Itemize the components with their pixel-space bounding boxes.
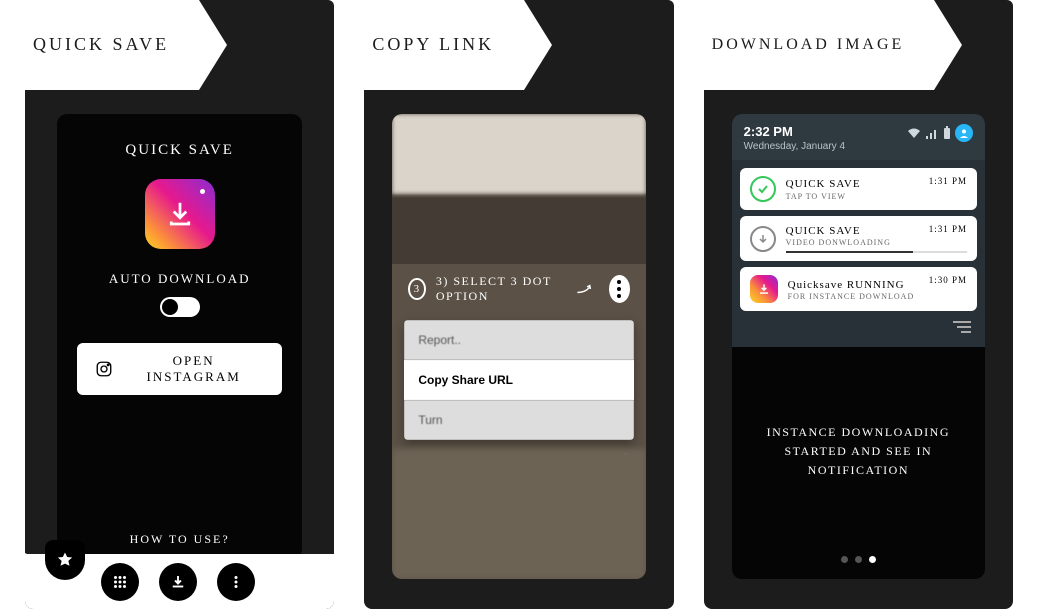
notification-item[interactable]: QUICK SAVE TAP TO VIEW 1:31 PM	[740, 168, 977, 210]
battery-icon	[943, 126, 951, 140]
download-circle-icon	[750, 226, 776, 252]
download-progress-bar	[786, 251, 967, 253]
nav-more-button[interactable]	[217, 563, 255, 601]
wifi-icon	[907, 127, 921, 139]
phone-body: QUICK SAVE AUTO DOWNLOAD OPEN INSTAGRAM …	[25, 90, 334, 609]
blurred-post-image	[392, 449, 645, 579]
panel-quick-save: QUICK SAVE QUICK SAVE AUTO DOWNLOAD OPEN…	[25, 0, 334, 609]
menu-item-report[interactable]: Report..	[404, 320, 633, 360]
page-dot[interactable]	[841, 556, 848, 563]
page-indicator	[732, 556, 985, 579]
app-icon	[145, 179, 215, 249]
panel-copy-link: COPY LINK 3 3) SELECT 3 DOT OPTION Repor…	[364, 0, 673, 609]
context-menu: Report.. Copy Share URL Turn	[404, 320, 633, 440]
app-screen: QUICK SAVE AUTO DOWNLOAD OPEN INSTAGRAM …	[57, 114, 302, 559]
how-to-use-label: HOW TO USE?	[130, 532, 230, 547]
overlay-message: INSTANCE DOWNLOADING STARTED AND SEE IN …	[732, 347, 985, 556]
menu-item-copy-url[interactable]: Copy Share URL	[404, 360, 633, 400]
three-dot-button[interactable]	[609, 275, 630, 303]
blurred-post-header	[392, 114, 645, 194]
notification-item[interactable]: QUICK SAVE VIDEO DONWLOADING 1:31 PM	[740, 216, 977, 261]
banner-title: COPY LINK	[364, 0, 524, 90]
step-number-icon: 3	[408, 278, 426, 300]
nav-star-tab[interactable]	[45, 540, 85, 580]
nav-download-button[interactable]	[159, 563, 197, 601]
star-icon	[56, 551, 74, 569]
notification-shade: QUICK SAVE TAP TO VIEW 1:31 PM QUICK SAV…	[732, 160, 985, 347]
auto-download-label: AUTO DOWNLOAD	[109, 271, 251, 287]
menu-item-turn[interactable]: Turn	[404, 400, 633, 440]
panel-download-image: DOWNLOAD IMAGE 2:32 PM Wednesday, Januar…	[704, 0, 1013, 609]
notification-item[interactable]: Quicksave RUNNING FOR INSTANCE DOWNLOAD …	[740, 267, 977, 311]
page-dot-active[interactable]	[869, 556, 876, 563]
instruction-step-3: 3 3) SELECT 3 DOT OPTION	[392, 264, 645, 314]
status-bar: 2:32 PM Wednesday, January 4	[732, 114, 985, 160]
banner: QUICK SAVE	[25, 0, 334, 90]
grid-icon	[111, 573, 129, 591]
nav-grid-button[interactable]	[101, 563, 139, 601]
download-icon	[169, 573, 187, 591]
check-circle-icon	[750, 176, 776, 202]
banner-title: QUICK SAVE	[25, 0, 199, 90]
user-avatar-icon[interactable]	[955, 124, 973, 142]
page-dot[interactable]	[855, 556, 862, 563]
instagram-screen: 3 3) SELECT 3 DOT OPTION Report.. Copy S…	[392, 114, 645, 579]
instagram-icon	[95, 360, 113, 378]
app-icon	[750, 275, 778, 303]
notification-screen: 2:32 PM Wednesday, January 4	[732, 114, 985, 579]
auto-download-toggle[interactable]	[160, 297, 200, 317]
signal-icon	[925, 127, 939, 139]
bottom-nav	[25, 554, 334, 609]
more-vertical-icon	[227, 573, 245, 591]
banner-title: DOWNLOAD IMAGE	[704, 0, 935, 90]
app-title: QUICK SAVE	[125, 142, 233, 159]
status-time: 2:32 PM	[744, 124, 845, 139]
shade-handle-icon[interactable]	[953, 321, 971, 333]
curved-arrow-icon	[576, 282, 593, 296]
status-icons	[907, 124, 973, 142]
status-date: Wednesday, January 4	[744, 141, 845, 152]
open-instagram-button[interactable]: OPEN INSTAGRAM	[77, 343, 282, 395]
